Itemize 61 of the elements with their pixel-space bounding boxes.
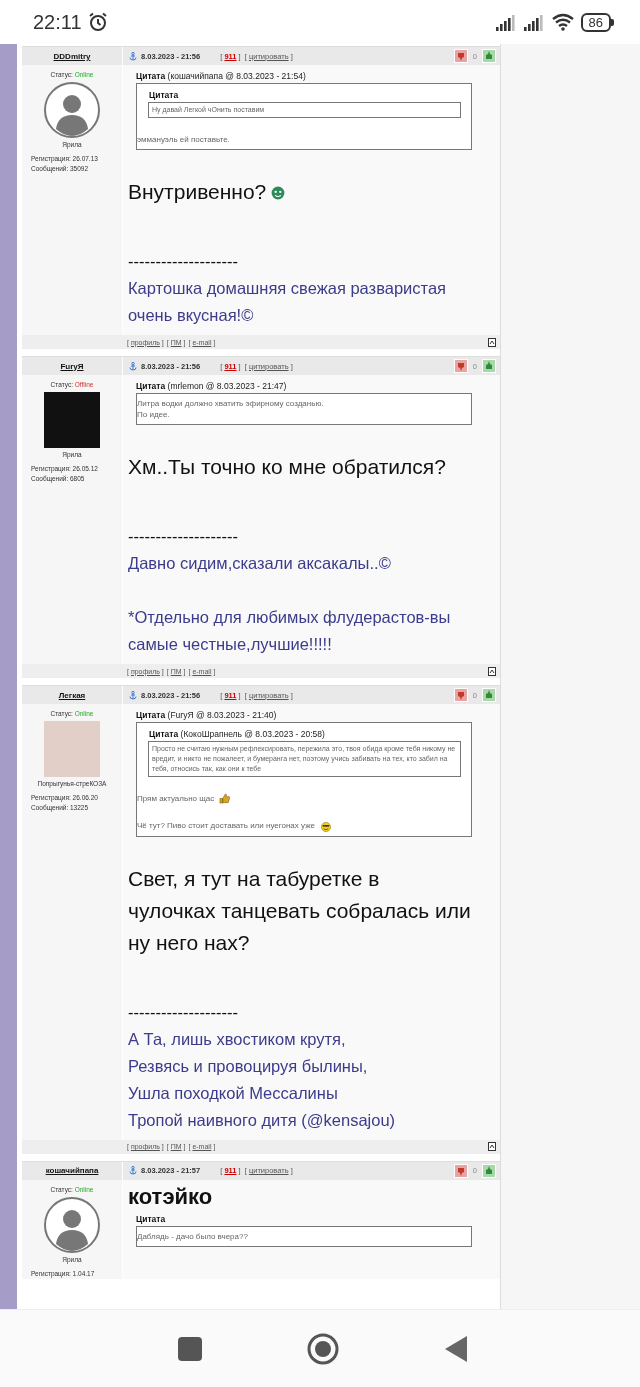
avatar-image	[44, 392, 100, 448]
quote-header: Цитата (FuryЯ @ 8.03.2023 - 21:40)	[135, 710, 278, 720]
recent-apps-button[interactable]	[177, 1336, 202, 1361]
author-link[interactable]: Легкая	[58, 690, 86, 700]
thumbs-down-button[interactable]	[453, 688, 468, 702]
message-heading: котэйко	[128, 1183, 214, 1210]
quote-header: Цитата	[135, 1213, 167, 1224]
thumbs-up-button[interactable]	[482, 49, 496, 63]
battery-icon: 86	[580, 12, 614, 32]
message-text: Чё тут? Пиво стоит доставать или нуегонах уже	[137, 820, 467, 832]
thumbs-down-button[interactable]	[453, 359, 468, 373]
signature-text: Ушла походкой Мессалины	[128, 1082, 339, 1104]
message-text: Литра водки должно хватить эфирному созданью.	[137, 398, 325, 409]
anchor-icon[interactable]	[129, 1166, 137, 1176]
thumbs-up-button[interactable]	[482, 359, 496, 373]
thumbs-up-button[interactable]	[482, 1163, 496, 1178]
thumbs-up-icon	[219, 793, 231, 805]
signature-text: Резвясь и провоцируя былины,	[128, 1055, 369, 1077]
signal-icon	[522, 13, 545, 31]
avatar-image	[44, 721, 100, 777]
quote-header: Цитата (mrlemon @ 8.03.2023 - 21:47)	[135, 381, 288, 391]
signature-text: Давно сидим,сказали аксакалы..©	[128, 553, 392, 574]
alarm-icon	[87, 12, 108, 32]
thumbs-up-button[interactable]	[482, 688, 496, 702]
message-text: Прям актуально щас	[137, 793, 467, 805]
signature-text: *Отдельно для любимых флудерастов-вы самые честные,лучшие!!!!!	[128, 607, 452, 655]
quote-header: Цитата (КокоШрапнель @ 8.03.2023 - 20:58)	[148, 729, 326, 739]
thumbs-down-button[interactable]	[453, 1163, 468, 1178]
clock-time: 22:11	[33, 10, 82, 34]
signature-text: Тропой наивного дитя (@kensajou)	[128, 1109, 397, 1131]
thumbs-down-button[interactable]	[453, 49, 468, 63]
signature-rule: --------------------	[128, 526, 239, 547]
anchor-icon[interactable]	[129, 361, 137, 371]
message-text: Хм..Ты точно ко мне обратился?	[128, 454, 447, 480]
signature-text: А Та, лишь хвостиком крутя,	[128, 1028, 347, 1050]
signature-text: Картошка домашняя свежая разваристая очень вкусная!©	[128, 278, 448, 326]
signal-icon	[494, 13, 517, 31]
author-link[interactable]: кошачийпапа	[45, 1166, 99, 1176]
smiley-icon	[319, 820, 331, 832]
author-link[interactable]: FuryЯ	[60, 361, 84, 371]
home-button[interactable]	[307, 1332, 340, 1365]
anchor-icon[interactable]	[129, 690, 137, 700]
author-link[interactable]: DDDmitry	[53, 51, 91, 61]
quote-header: Цитата (кошачийпапа @ 8.03.2023 - 21:54)	[135, 71, 307, 81]
back-button[interactable]	[445, 1335, 468, 1362]
avatar-icon	[44, 82, 100, 138]
scroll-top-icon[interactable]	[488, 1142, 496, 1152]
scroll-top-icon[interactable]	[488, 666, 496, 676]
signature-rule: --------------------	[128, 251, 239, 272]
message-text: Внутривенно?	[128, 176, 472, 208]
smiley-icon	[271, 186, 286, 201]
signature-rule: --------------------	[128, 1001, 239, 1023]
avatar-icon	[44, 1196, 100, 1253]
message-text: Даблядь - дачо было вчера??	[137, 1230, 249, 1242]
quote-header: Цитата	[148, 90, 180, 100]
message-text: эммануэль ей поставьте.	[137, 134, 231, 145]
anchor-icon[interactable]	[129, 51, 137, 61]
message-text: По идее.	[137, 409, 171, 420]
wifi-icon	[550, 13, 575, 31]
message-text: Свет, я тут на табуретке в чулочках танцевать собралась или ну него нах?	[128, 865, 472, 956]
scroll-top-icon[interactable]	[488, 337, 496, 347]
